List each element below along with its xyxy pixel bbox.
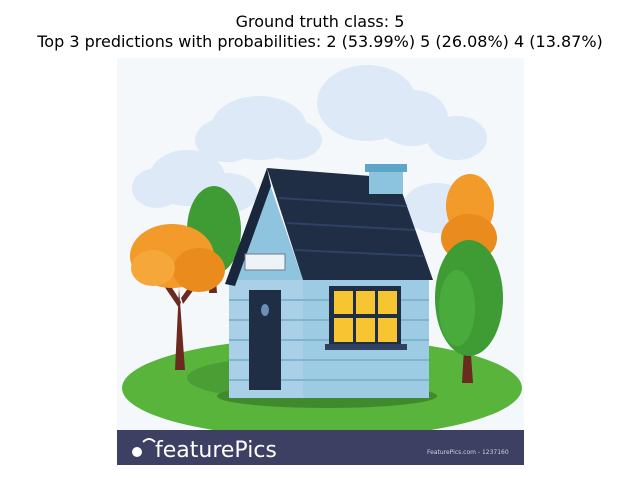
house-illustration-svg: featurePics FeaturePics.com - 1237160 <box>117 58 524 465</box>
house <box>225 164 433 398</box>
house-illustration: featurePics FeaturePics.com - 1237160 <box>117 58 524 465</box>
title-top3-predictions: Top 3 predictions with probabilities: 2 … <box>37 32 603 51</box>
watermark-small-text: FeaturePics.com - 1237160 <box>427 449 509 456</box>
window-sill <box>325 344 407 350</box>
house-sign <box>244 253 286 271</box>
title-ground-truth: Ground truth class: 5 <box>235 12 405 31</box>
chimney-cap <box>365 164 407 172</box>
figure-title: Ground truth class: 5 Top 3 predictions … <box>0 12 640 52</box>
watermark-brand-text: featurePics <box>155 438 277 463</box>
door-window <box>261 304 269 316</box>
